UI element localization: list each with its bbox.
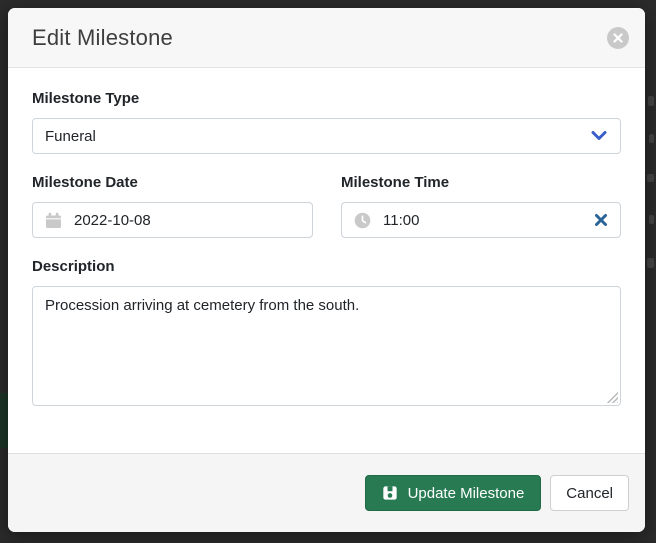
- clock-icon: [354, 212, 371, 229]
- background-page-fragment: [649, 134, 654, 143]
- cancel-label: Cancel: [566, 485, 613, 502]
- modal-footer: Update Milestone Cancel: [8, 453, 645, 532]
- milestone-date-section: Milestone Date: [32, 174, 313, 238]
- background-page-fragment: [647, 174, 654, 182]
- background-page-fragment: [648, 96, 654, 106]
- milestone-type-label: Milestone Type: [32, 90, 621, 107]
- clear-x-icon: [594, 213, 608, 227]
- milestone-date-input[interactable]: [74, 212, 300, 229]
- description-textarea[interactable]: Procession arriving at cemetery from the…: [32, 286, 621, 406]
- close-x-icon: [613, 33, 623, 43]
- milestone-type-section: Milestone Type Funeral: [32, 90, 621, 154]
- background-page-fragment: [0, 393, 8, 448]
- background-page-fragment: [649, 215, 654, 224]
- milestone-time-label: Milestone Time: [341, 174, 621, 191]
- modal-header: Edit Milestone: [8, 8, 645, 68]
- save-icon: [382, 485, 398, 501]
- calendar-icon: [45, 212, 62, 229]
- edit-milestone-modal: Edit Milestone Milestone Type Funeral: [8, 8, 645, 532]
- update-milestone-button[interactable]: Update Milestone: [365, 475, 542, 511]
- description-label: Description: [32, 258, 621, 275]
- milestone-type-select[interactable]: Funeral: [32, 118, 621, 154]
- background-page-fragment: [647, 258, 654, 268]
- modal-body: Milestone Type Funeral Milestone Date: [8, 68, 645, 453]
- cancel-button[interactable]: Cancel: [550, 475, 629, 511]
- modal-title: Edit Milestone: [32, 25, 173, 51]
- clear-time-button[interactable]: [594, 213, 608, 227]
- close-button[interactable]: [607, 27, 629, 49]
- milestone-time-input[interactable]: [383, 212, 582, 229]
- description-section: Description Procession arriving at cemet…: [32, 258, 621, 406]
- milestone-date-label: Milestone Date: [32, 174, 313, 191]
- milestone-time-field[interactable]: [341, 202, 621, 238]
- milestone-time-section: Milestone Time: [341, 174, 621, 238]
- update-milestone-label: Update Milestone: [408, 485, 525, 502]
- milestone-date-field[interactable]: [32, 202, 313, 238]
- modal-backdrop: Edit Milestone Milestone Type Funeral: [0, 0, 656, 543]
